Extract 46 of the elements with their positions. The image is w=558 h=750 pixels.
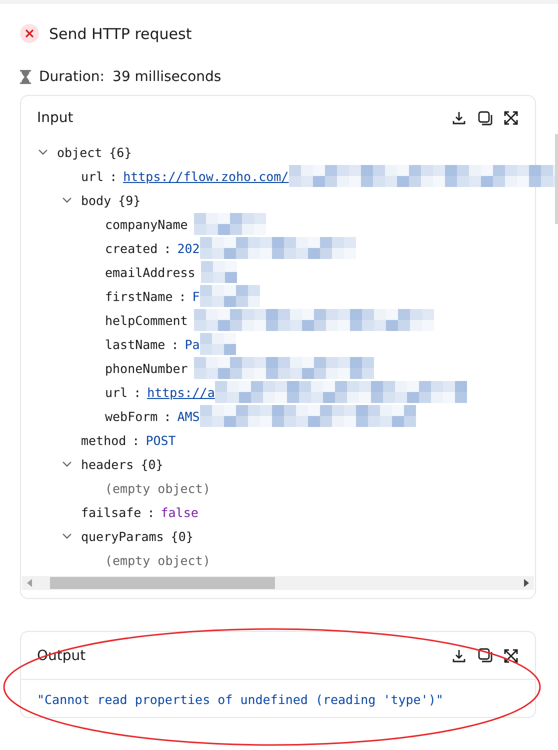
- value-text: false: [160, 504, 198, 520]
- separator-text: :: [164, 408, 172, 424]
- empty-object-text: (empty object): [105, 552, 210, 568]
- separator-text: :: [164, 240, 172, 256]
- tree-key: body: [81, 192, 112, 208]
- item-count: {0}: [140, 456, 164, 472]
- tree-key: failsafe: [81, 504, 142, 520]
- duration-value: 39 milliseconds: [112, 69, 222, 85]
- tree-key: emailAddress: [105, 264, 196, 280]
- url-link[interactable]: https://flow.zoho.com/: [123, 168, 289, 184]
- tree-key: url: [81, 168, 104, 184]
- hourglass-icon: [20, 70, 31, 84]
- tree-key: object: [57, 144, 102, 160]
- separator-text: :: [134, 384, 142, 400]
- tree-key: created: [105, 240, 158, 256]
- value-text: Pa: [184, 336, 200, 352]
- tree-key: phoneNumber: [105, 360, 188, 376]
- card-title: Input: [37, 110, 74, 126]
- tree-key: method: [81, 432, 126, 448]
- empty-object-text: (empty object): [105, 480, 210, 496]
- value-text: AMS: [177, 408, 200, 424]
- tree-key: companyName: [105, 216, 188, 232]
- tree-key: headers: [81, 456, 134, 472]
- tree-key: lastName: [105, 336, 166, 352]
- tree-key: url: [105, 384, 128, 400]
- separator-text: :: [178, 288, 186, 304]
- scroll-right-icon[interactable]: [522, 579, 530, 587]
- tree-key: firstName: [105, 288, 173, 304]
- step-title: Send HTTP request: [49, 24, 192, 42]
- url-link[interactable]: https://a: [147, 384, 215, 400]
- tree-key: webForm: [105, 408, 158, 424]
- separator-text: :: [110, 168, 118, 184]
- duration-label: Duration:: [39, 69, 105, 85]
- tree-key: queryParams: [81, 528, 164, 544]
- separator-text: :: [132, 432, 140, 448]
- item-count: {6}: [109, 144, 132, 160]
- error-message: "Cannot read properties of undefined (reading 'type')": [36, 691, 444, 709]
- value-text: 202: [177, 240, 200, 256]
- item-count: {0}: [170, 528, 194, 544]
- horizontal-scrollbar[interactable]: [22, 576, 534, 590]
- value-text: POST: [146, 432, 176, 448]
- value-text: F: [192, 288, 200, 304]
- item-count: {9}: [118, 192, 141, 208]
- separator-text: :: [171, 336, 179, 352]
- separator-text: :: [147, 504, 155, 520]
- tree-key: helpComment: [105, 312, 188, 328]
